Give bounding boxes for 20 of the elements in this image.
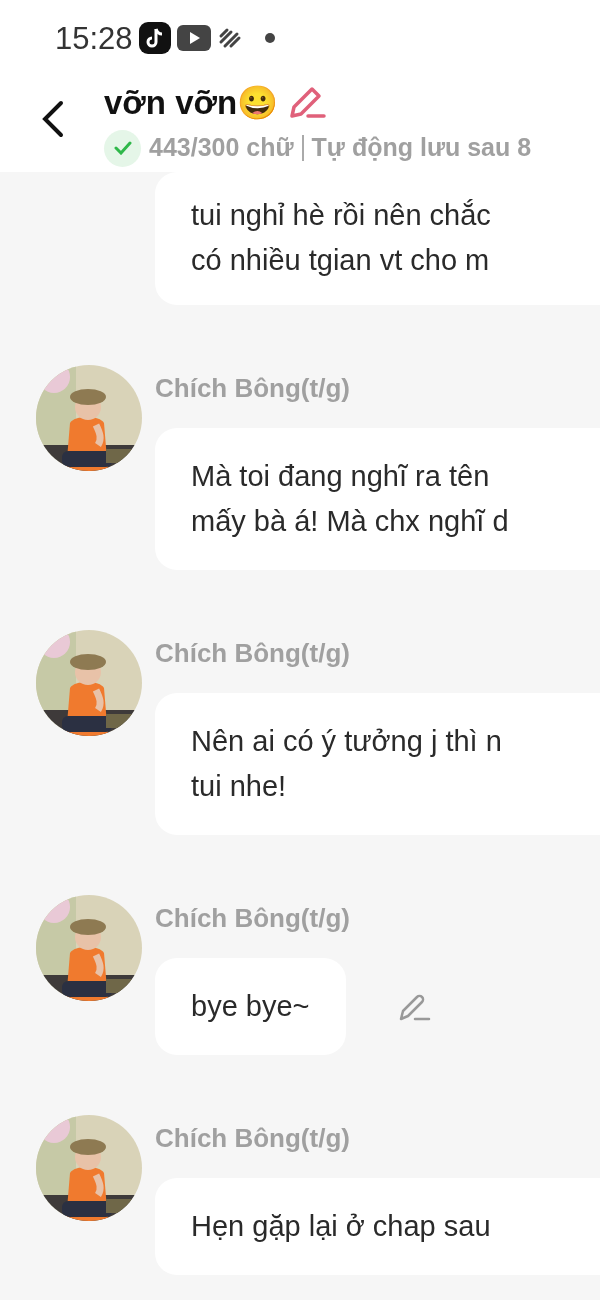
autosave-status: Tự động lưu sau 8: [311, 132, 532, 164]
message-text: tui nhe!: [191, 769, 288, 804]
message-text: bye bye~: [191, 989, 310, 1024]
sender-name: Chích Bông(t/g): [155, 372, 351, 405]
chat-title: vỡn vỡn😀: [104, 85, 279, 119]
message-text: tui nghỉ hè rồi nên chắc: [191, 198, 492, 233]
play-icon: [176, 25, 211, 51]
message-text: có nhiều tgian vt cho m: [191, 243, 491, 278]
sender-name: Chích Bông(t/g): [155, 1122, 351, 1155]
message-text: Hẹn gặp lại ở chap sau: [191, 1209, 492, 1244]
pencil-icon[interactable]: [288, 84, 329, 120]
sender-name: Chích Bông(t/g): [155, 637, 351, 670]
clock-time: 15:28: [55, 22, 133, 54]
word-count: 443/300 chữ: [149, 132, 294, 164]
sender-name: Chích Bông(t/g): [155, 902, 351, 935]
message-text: Nên ai có ý tưởng j thì n: [191, 724, 503, 759]
message-text: mấy bà á! Mà chx nghĩ d: [191, 504, 510, 539]
message-text: Mà toi đang nghĩ ra tên: [191, 459, 491, 494]
dot-icon: [264, 33, 275, 43]
music-note-icon: [138, 22, 171, 54]
